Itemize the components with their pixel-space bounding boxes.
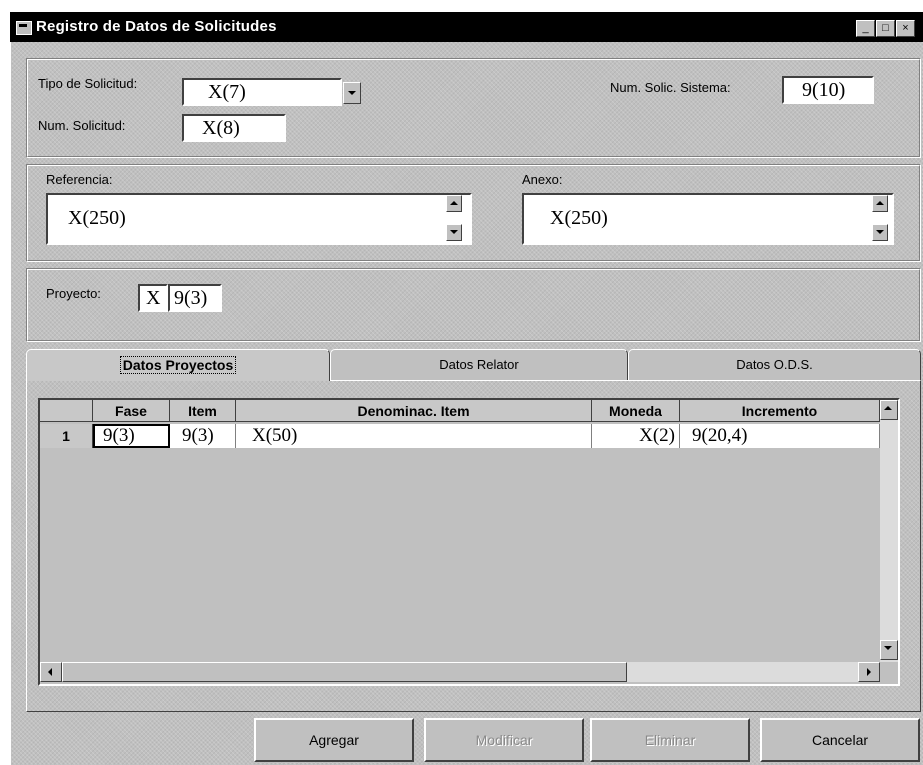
scroll-left-icon[interactable] (40, 662, 62, 682)
minimize-icon[interactable]: _ (856, 20, 875, 37)
referencia-scroll-down-icon[interactable] (446, 224, 462, 241)
eliminar-button-label: Eliminar (644, 732, 696, 748)
anexo-textarea[interactable]: X(250) (522, 193, 894, 245)
cell-moneda[interactable]: X(2) (592, 424, 680, 448)
referencia-textarea[interactable]: X(250) (46, 193, 472, 245)
close-icon[interactable]: × (896, 20, 915, 37)
eliminar-button[interactable]: Eliminar (590, 718, 750, 762)
modificar-button[interactable]: Modificar (424, 718, 584, 762)
tipo-solicitud-label: Tipo de Solicitud: (38, 76, 138, 91)
proyecto-label: Proyecto: (46, 286, 101, 301)
agregar-button[interactable]: Agregar (254, 718, 414, 762)
data-grid[interactable]: Fase Item Denominac. Item Moneda Increme… (38, 398, 900, 686)
title-bar[interactable]: Registro de Datos de Solicitudes _ □ × (10, 12, 923, 42)
chevron-down-icon (345, 86, 357, 96)
anexo-label: Anexo: (522, 172, 563, 187)
scroll-right-icon[interactable] (858, 662, 880, 682)
num-solic-sistema-field[interactable]: 9(10) (782, 76, 874, 104)
tipo-solicitud-dropdown-button[interactable] (343, 82, 361, 104)
tab-datos-proyectos[interactable]: Datos Proyectos (26, 349, 330, 381)
cancelar-button-label: Cancelar (811, 732, 869, 748)
tab-datos-ods[interactable]: Datos O.D.S. (628, 349, 921, 380)
tipo-solicitud-select[interactable]: X(7) (182, 78, 342, 106)
column-header-denominac[interactable]: Denominac. Item (236, 400, 592, 422)
num-solicitud-label: Num. Solicitud: (38, 118, 126, 133)
referencia-scroll-up-icon[interactable] (446, 195, 462, 212)
cell-denominac[interactable]: X(50) (236, 424, 592, 448)
scroll-up-icon[interactable] (880, 400, 898, 420)
maximize-icon[interactable]: □ (876, 20, 895, 37)
tab-datos-relator[interactable]: Datos Relator (330, 349, 628, 380)
column-header-incremento[interactable]: Incremento (680, 400, 880, 422)
agregar-button-label: Agregar (309, 732, 359, 748)
horizontal-scrollbar[interactable] (40, 662, 880, 682)
tab-datos-proyectos-label: Datos Proyectos (119, 356, 237, 374)
proyecto-code-field[interactable]: X (138, 284, 168, 312)
tab-datos-ods-label: Datos O.D.S. (736, 357, 813, 372)
num-solic-sistema-label: Num. Solic. Sistema: (610, 80, 731, 95)
vertical-scrollbar[interactable] (880, 400, 898, 662)
anexo-scroll-up-icon[interactable] (872, 195, 888, 212)
app-icon (16, 21, 32, 35)
cell-incremento[interactable]: 9(20,4) (680, 424, 880, 448)
grid-corner (40, 400, 93, 422)
scroll-thumb[interactable] (62, 662, 627, 682)
proyecto-number-field[interactable]: 9(3) (168, 284, 222, 312)
scroll-down-icon[interactable] (880, 640, 898, 660)
column-header-fase[interactable]: Fase (93, 400, 170, 422)
anexo-scroll-down-icon[interactable] (872, 224, 888, 241)
window-title: Registro de Datos de Solicitudes (36, 18, 277, 35)
cell-fase[interactable]: 9(3) (93, 424, 170, 448)
column-header-moneda[interactable]: Moneda (592, 400, 680, 422)
num-solicitud-field[interactable]: X(8) (182, 114, 286, 142)
referencia-label: Referencia: (46, 172, 113, 187)
cancelar-button[interactable]: Cancelar (760, 718, 920, 762)
row-number: 1 (40, 424, 93, 448)
cell-item[interactable]: 9(3) (170, 424, 236, 448)
column-header-item[interactable]: Item (170, 400, 236, 422)
modificar-button-label: Modificar (475, 732, 533, 748)
header-panel (26, 58, 921, 158)
tab-datos-relator-label: Datos Relator (439, 357, 519, 372)
